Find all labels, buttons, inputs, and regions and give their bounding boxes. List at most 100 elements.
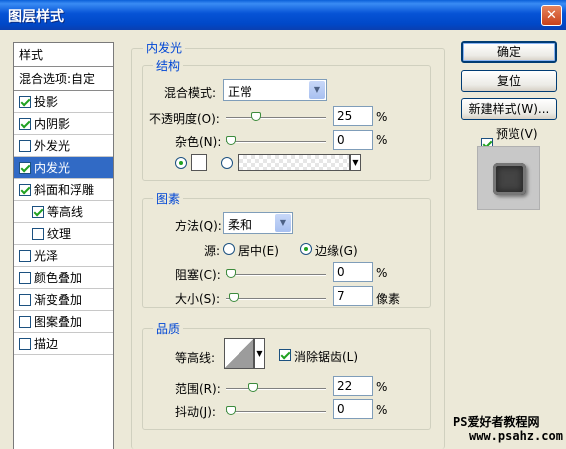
jitter-unit: %: [376, 403, 388, 417]
solid-color-radio[interactable]: [175, 157, 187, 169]
sidebar-item-label: 纹理: [47, 227, 72, 241]
sidebar-item-label: 外发光: [34, 139, 71, 153]
sidebar-item-checkbox[interactable]: [19, 271, 31, 284]
sidebar-item-4[interactable]: 斜面和浮雕: [14, 179, 113, 201]
styles-header[interactable]: 样式: [14, 43, 113, 67]
preview-swatch: [493, 163, 526, 195]
blend-options-item[interactable]: 混合选项:自定: [14, 67, 113, 91]
jitter-slider[interactable]: [226, 411, 326, 413]
watermark-title: PS爱好者教程网: [453, 415, 540, 429]
structure-legend: 结构: [153, 57, 184, 74]
choke-label: 阻塞(C):: [175, 268, 221, 282]
blend-mode-select[interactable]: 正常 ▼: [223, 79, 327, 101]
blend-mode-value: 正常: [228, 85, 253, 99]
sidebar-item-checkbox[interactable]: [19, 117, 31, 130]
style-preview-thumbnail: [477, 146, 540, 210]
contour-dropdown[interactable]: ▼: [254, 338, 265, 369]
quality-legend: 品质: [153, 320, 184, 337]
sidebar-item-label: 投影: [34, 95, 59, 109]
sidebar-item-3[interactable]: 内发光: [14, 157, 113, 179]
contour-preview[interactable]: [224, 338, 254, 369]
chevron-down-icon: ▼: [275, 214, 291, 232]
size-slider[interactable]: [226, 298, 326, 300]
sidebar-item-10[interactable]: 图案叠加: [14, 311, 113, 333]
chevron-down-icon: ▼: [309, 81, 325, 99]
sidebar-item-6[interactable]: 纹理: [14, 223, 113, 245]
sidebar-item-11[interactable]: 描边: [14, 333, 113, 355]
sidebar-item-checkbox[interactable]: [32, 205, 44, 218]
technique-select[interactable]: 柔和 ▼: [223, 212, 293, 234]
source-edge-label: 边缘(G): [315, 244, 358, 258]
sidebar-item-9[interactable]: 渐变叠加: [14, 289, 113, 311]
sidebar-item-label: 渐变叠加: [34, 293, 83, 307]
range-input[interactable]: 22: [333, 376, 373, 396]
opacity-unit: %: [376, 110, 388, 124]
range-unit: %: [376, 380, 388, 394]
close-button[interactable]: ✕: [541, 5, 562, 26]
sidebar-item-checkbox[interactable]: [19, 249, 31, 262]
contour-label: 等高线:: [175, 351, 216, 365]
source-center-radio[interactable]: [223, 243, 235, 255]
glow-color-swatch[interactable]: [191, 154, 207, 171]
technique-label: 方法(Q):: [175, 219, 222, 233]
size-input[interactable]: 7: [333, 286, 373, 306]
sidebar-item-checkbox[interactable]: [19, 95, 31, 108]
size-label: 大小(S):: [175, 292, 221, 306]
title-bar: 图层样式 ✕: [0, 0, 566, 30]
noise-unit: %: [376, 133, 388, 147]
jitter-label: 抖动(J):: [175, 405, 216, 419]
sidebar-item-label: 内发光: [34, 161, 71, 175]
opacity-input[interactable]: 25: [333, 106, 373, 126]
range-label: 范围(R):: [175, 382, 221, 396]
chevron-down-icon: ▼: [256, 349, 263, 358]
source-label: 源:: [204, 244, 221, 258]
styles-list: 样式 混合选项:自定 投影内阴影外发光内发光斜面和浮雕等高线纹理光泽颜色叠加渐变…: [13, 42, 114, 449]
antialias-checkbox[interactable]: [279, 349, 291, 361]
gradient-preview[interactable]: [238, 154, 350, 171]
sidebar-item-label: 描边: [34, 337, 59, 351]
sidebar-item-7[interactable]: 光泽: [14, 245, 113, 267]
choke-slider[interactable]: [226, 274, 326, 276]
sidebar-item-label: 等高线: [47, 205, 84, 219]
sidebar-item-label: 斜面和浮雕: [34, 183, 95, 197]
reset-button[interactable]: 复位: [461, 70, 557, 92]
new-style-button[interactable]: 新建样式(W)...: [461, 98, 557, 120]
window-title: 图层样式: [8, 9, 64, 25]
antialias-label: 消除锯齿(L): [294, 350, 359, 364]
panel-title: 内发光: [143, 39, 186, 56]
sidebar-item-2[interactable]: 外发光: [14, 135, 113, 157]
preview-label: 预览(V): [496, 127, 538, 141]
sidebar-item-checkbox[interactable]: [32, 227, 44, 240]
opacity-slider[interactable]: [226, 117, 326, 119]
ok-button[interactable]: 确定: [461, 41, 557, 63]
gradient-radio[interactable]: [221, 157, 233, 169]
jitter-input[interactable]: 0: [333, 399, 373, 419]
blend-mode-label: 混合模式:: [164, 86, 217, 100]
choke-unit: %: [376, 266, 388, 280]
sidebar-item-checkbox[interactable]: [19, 183, 31, 196]
technique-value: 柔和: [228, 218, 253, 232]
blend-options-label: 混合选项:自定: [19, 72, 96, 86]
choke-input[interactable]: 0: [333, 262, 373, 282]
sidebar-item-5[interactable]: 等高线: [14, 201, 113, 223]
sidebar-item-checkbox[interactable]: [19, 337, 31, 350]
sidebar-item-0[interactable]: 投影: [14, 91, 113, 113]
size-unit: 像素: [376, 292, 401, 306]
source-center-label: 居中(E): [238, 244, 279, 258]
noise-slider[interactable]: [226, 141, 326, 143]
sidebar-item-label: 光泽: [34, 249, 59, 263]
sidebar-item-8[interactable]: 颜色叠加: [14, 267, 113, 289]
noise-input[interactable]: 0: [333, 130, 373, 150]
range-slider[interactable]: [226, 388, 326, 390]
sidebar-item-checkbox[interactable]: [19, 293, 31, 306]
chevron-down-icon: ▼: [352, 158, 359, 167]
elements-legend: 图素: [153, 190, 184, 207]
sidebar-item-checkbox[interactable]: [19, 315, 31, 328]
sidebar-item-1[interactable]: 内阴影: [14, 113, 113, 135]
source-edge-radio[interactable]: [300, 243, 312, 255]
opacity-label: 不透明度(O):: [149, 112, 220, 126]
sidebar-item-checkbox[interactable]: [19, 161, 31, 174]
gradient-dropdown[interactable]: ▼: [350, 154, 361, 171]
sidebar-item-checkbox[interactable]: [19, 139, 31, 152]
watermark-url: www.psahz.com: [469, 429, 563, 443]
